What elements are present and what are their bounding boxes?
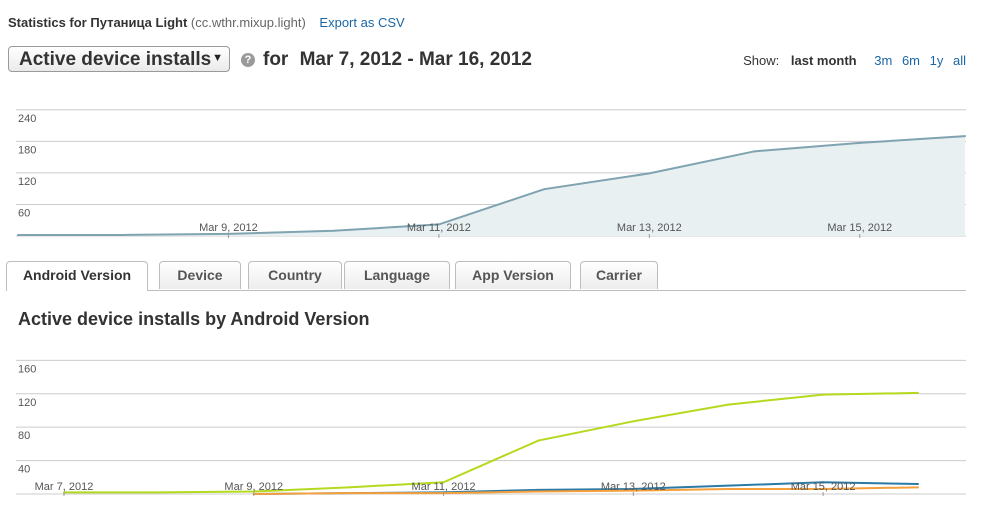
- data-point: [347, 486, 350, 489]
- tab-language[interactable]: Language: [344, 261, 450, 289]
- y-tick-label: 120: [18, 397, 36, 409]
- data-point: [727, 403, 730, 406]
- data-point: [537, 490, 540, 493]
- dropdown-arrow-icon: ▼: [212, 52, 223, 64]
- y-tick-label: 80: [18, 430, 30, 442]
- x-tick-label: Mar 7, 2012: [35, 481, 94, 493]
- x-tick-label: Mar 11, 2012: [412, 481, 476, 493]
- package-name: (cc.wthr.mixup.light): [190, 15, 306, 30]
- data-point: [17, 233, 19, 236]
- x-tick-label: Mar 9, 2012: [224, 481, 283, 493]
- y-tick-label: 60: [18, 207, 30, 219]
- show-current-range: last month: [790, 53, 857, 68]
- tab-country[interactable]: Country: [248, 261, 342, 289]
- x-tick-label: Mar 13, 2012: [601, 481, 666, 493]
- date-range-value: Mar 7, 2012 - Mar 16, 2012: [299, 49, 532, 70]
- data-point: [917, 391, 919, 394]
- stats-title: Statistics for Путаница Light: [8, 15, 188, 30]
- series-line-0: [64, 391, 919, 494]
- x-tick-label: Mar 9, 2012: [199, 222, 258, 234]
- tab-app-version[interactable]: App Version: [455, 261, 571, 289]
- tab-carrier[interactable]: Carrier: [580, 261, 658, 289]
- total-installs-chart: 60 120 180 240 Mar 9, 2012 Mar 11, 2012 Mar 13…: [16, 109, 966, 238]
- breakdown-title: Active device installs by Android Versio…: [18, 309, 370, 329]
- tab-device[interactable]: Device: [159, 261, 241, 289]
- y-tick-label: 180: [18, 144, 36, 156]
- data-point: [648, 172, 651, 175]
- data-point: [858, 141, 861, 144]
- y-tick-label: 120: [18, 176, 36, 188]
- x-tick-label: Mar 15, 2012: [791, 481, 856, 493]
- data-point: [537, 439, 540, 442]
- data-point: [727, 484, 730, 487]
- data-point: [122, 233, 125, 236]
- metric-select-value: Active device installs: [19, 49, 212, 70]
- range-option-3m[interactable]: 3m: [874, 53, 892, 68]
- help-icon[interactable]: ?: [241, 53, 255, 67]
- for-label: for: [263, 49, 289, 70]
- range-option-6m[interactable]: 6m: [902, 53, 920, 68]
- data-point: [753, 150, 756, 153]
- breakdown-tabs: Android Version Device Country Language …: [6, 261, 966, 291]
- data-point: [332, 229, 335, 232]
- show-label: Show:: [743, 53, 780, 68]
- data-point: [964, 135, 966, 138]
- y-tick-label: 160: [18, 363, 36, 375]
- y-tick-label: 40: [18, 464, 30, 476]
- range-option-all[interactable]: all: [953, 53, 966, 68]
- data-point: [347, 492, 350, 495]
- data-point: [157, 491, 160, 494]
- x-tick-label: Mar 15, 2012: [827, 222, 892, 234]
- android-version-chart: 40 80 120 160 Mar 7, 2012 Mar 9, 2012 Mar 11, …: [16, 359, 966, 496]
- data-point: [543, 188, 546, 191]
- y-tick-label: 240: [18, 113, 36, 125]
- date-range: for Mar 7, 2012 - Mar 16, 2012: [263, 49, 532, 71]
- data-point: [917, 482, 919, 485]
- stats-header: Statistics for Путаница Light (cc.wthr.m…: [8, 15, 405, 30]
- tab-android-version[interactable]: Android Version: [6, 261, 148, 291]
- data-point: [727, 487, 730, 490]
- metric-select[interactable]: Active device installs ▼: [8, 46, 230, 72]
- time-range-selector: Show: last month 3m 6m 1y all: [743, 53, 966, 68]
- x-tick-label: Mar 11, 2012: [407, 222, 471, 234]
- data-point: [917, 486, 919, 489]
- series-area-fill: [18, 136, 965, 236]
- x-tick-label: Mar 13, 2012: [617, 222, 682, 234]
- data-point: [822, 393, 825, 396]
- data-point: [632, 420, 635, 423]
- export-csv-link[interactable]: Export as CSV: [319, 15, 404, 30]
- range-option-1y[interactable]: 1y: [930, 53, 944, 68]
